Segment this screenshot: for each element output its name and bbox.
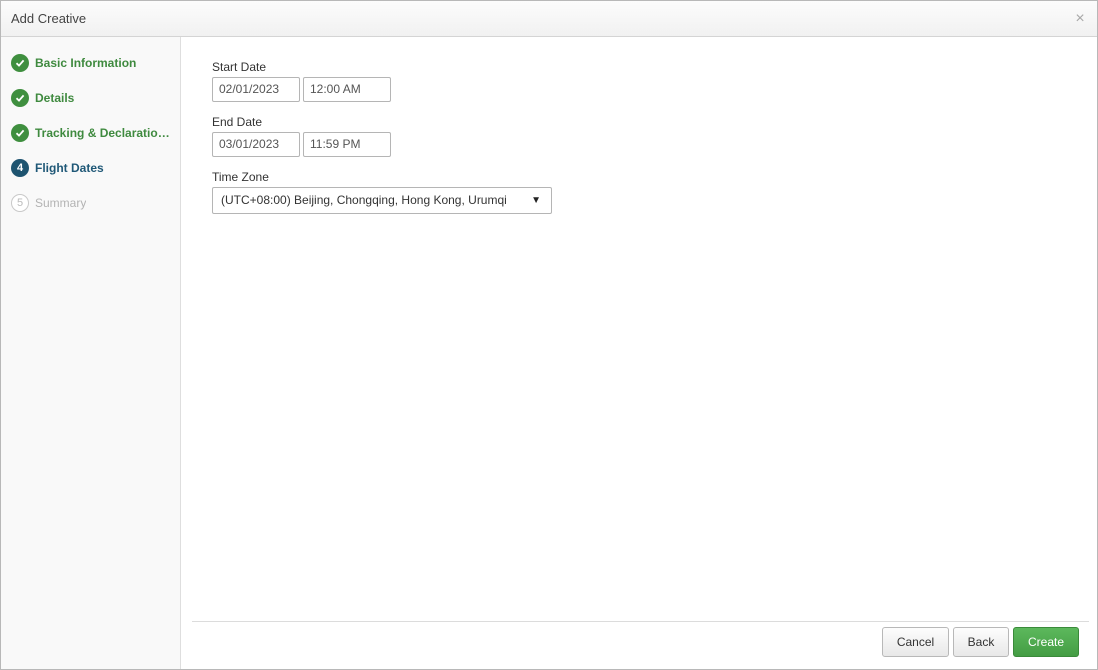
step-number-badge: 5: [11, 194, 29, 212]
step-label: Summary: [35, 196, 87, 210]
dropdown-arrow-icon: ▼: [531, 195, 541, 206]
step-summary: 5 Summary: [11, 193, 176, 213]
wizard-steps-sidebar: Basic Information Details Tracking & Dec…: [1, 37, 181, 669]
checkmark-icon: [11, 54, 29, 72]
create-button[interactable]: Create: [1013, 627, 1079, 657]
step-label: Tracking & Declaratio…: [35, 126, 170, 140]
end-date-input[interactable]: 03/01/2023: [212, 132, 300, 157]
step-number-badge: 4: [11, 159, 29, 177]
step-flight-dates[interactable]: 4 Flight Dates: [11, 158, 176, 178]
footer-divider: [192, 621, 1089, 622]
step-basic-information[interactable]: Basic Information: [11, 53, 176, 73]
back-button[interactable]: Back: [953, 627, 1009, 657]
dialog-header: Add Creative ×: [1, 1, 1097, 37]
end-date-label: End Date: [212, 115, 263, 129]
step-label: Flight Dates: [35, 161, 104, 175]
close-icon[interactable]: ×: [1073, 11, 1087, 27]
step-label: Details: [35, 91, 75, 105]
start-date-input[interactable]: 02/01/2023: [212, 77, 300, 102]
timezone-label: Time Zone: [212, 170, 269, 184]
step-tracking-declarations[interactable]: Tracking & Declaratio…: [11, 123, 176, 143]
step-details[interactable]: Details: [11, 88, 176, 108]
start-date-label: Start Date: [212, 60, 267, 74]
step-label: Basic Information: [35, 56, 137, 70]
start-time-input[interactable]: 12:00 AM: [303, 77, 391, 102]
cancel-button[interactable]: Cancel: [882, 627, 949, 657]
timezone-selected-value: (UTC+08:00) Beijing, Chongqing, Hong Kon…: [221, 193, 507, 207]
add-creative-dialog: Add Creative × Basic Information Details…: [0, 0, 1098, 670]
end-time-input[interactable]: 11:59 PM: [303, 132, 391, 157]
dialog-title: Add Creative: [11, 11, 87, 26]
flight-dates-panel: Start Date 02/01/2023 12:00 AM End Date …: [182, 37, 1097, 669]
timezone-select[interactable]: (UTC+08:00) Beijing, Chongqing, Hong Kon…: [212, 187, 552, 214]
checkmark-icon: [11, 89, 29, 107]
checkmark-icon: [11, 124, 29, 142]
